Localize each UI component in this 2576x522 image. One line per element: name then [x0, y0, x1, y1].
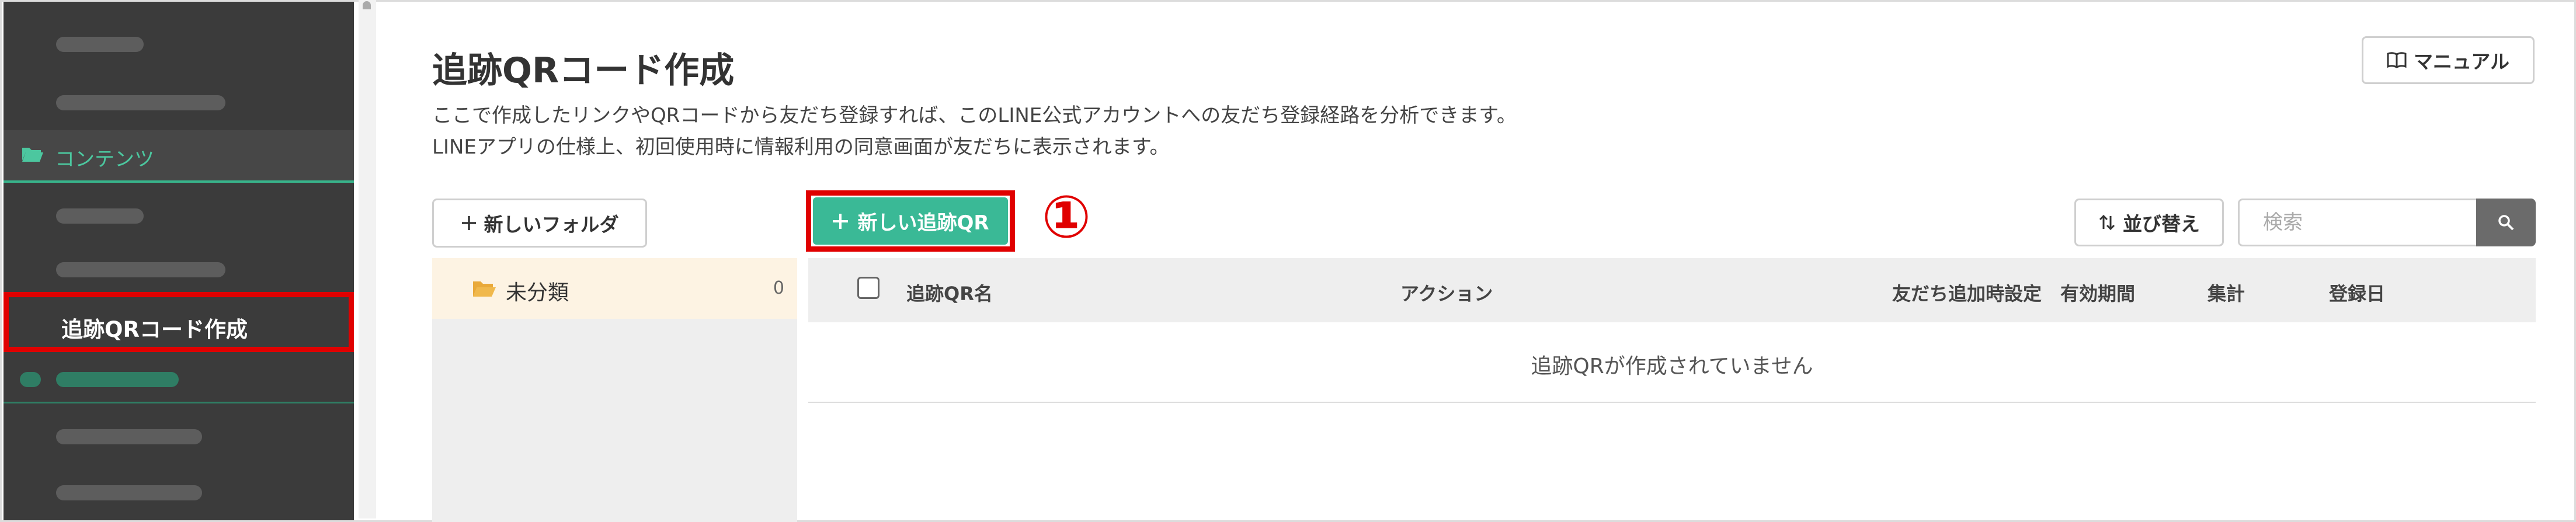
sidebar-item-blurred[interactable] [4, 408, 354, 461]
sidebar-item-label: 追跡QRコード作成 [61, 317, 248, 342]
folder-name: 未分類 [506, 281, 569, 305]
scrollbar[interactable] [359, 0, 376, 518]
sidebar-section-contents[interactable]: コンテンツ [4, 130, 354, 183]
column-header-name[interactable]: 追跡QR名 [906, 279, 993, 306]
manual-button[interactable]: マニュアル [2362, 36, 2535, 84]
column-header-action[interactable]: アクション [1400, 279, 1493, 306]
page-description: ここで作成したリンクやQRコードから友だち登録すれば、このLINE公式アカウント… [432, 104, 1517, 127]
page-description-note: LINEアプリの仕様上、初回使用時に情報利用の同意画面が友だちに表示されます。 [432, 135, 1170, 159]
plus-icon [833, 213, 849, 229]
table-header: 追跡QR名 アクション 友だち追加時設定 有効期間 集計 登録日 [808, 258, 2536, 322]
sidebar-item-blurred[interactable] [4, 464, 354, 517]
sidebar-section-blurred[interactable] [4, 351, 354, 403]
search-button[interactable] [2476, 199, 2536, 246]
new-tracking-qr-button[interactable]: 新しい追跡QR [813, 197, 1008, 245]
table-empty-row: 追跡QRが作成されていません [808, 322, 2536, 403]
page-title: 追跡QRコード作成 [432, 50, 735, 91]
plus-icon [461, 216, 476, 230]
select-all-checkbox[interactable] [857, 277, 879, 299]
folder-count: 0 [773, 278, 784, 298]
column-header-validity[interactable]: 有効期間 [2060, 279, 2135, 306]
sort-button[interactable]: 並び替え [2074, 199, 2224, 246]
sidebar-section-label: コンテンツ [55, 148, 154, 171]
sidebar-item-blurred[interactable] [4, 241, 354, 294]
sidebar-item-blurred[interactable] [4, 74, 354, 127]
book-icon [2387, 52, 2407, 68]
sort-icon [2099, 214, 2115, 231]
column-header-registered-date[interactable]: 登録日 [2329, 279, 2385, 306]
sidebar-item-tracking-qr[interactable]: 追跡QRコード作成 [4, 292, 354, 352]
manual-label: マニュアル [2413, 50, 2509, 73]
sort-label: 並び替え [2123, 213, 2200, 235]
search-icon [2498, 215, 2514, 231]
search-input[interactable]: 検索 [2238, 199, 2476, 246]
sidebar-item-blurred[interactable] [4, 187, 354, 240]
column-header-stats[interactable]: 集計 [2207, 279, 2245, 306]
folder-item[interactable]: 未分類 0 [432, 258, 797, 319]
sidebar-item-blurred[interactable] [4, 16, 354, 68]
sidebar: コンテンツ [4, 2, 354, 520]
new-folder-button[interactable]: 新しいフォルダ [432, 199, 647, 248]
folder-open-icon [22, 148, 43, 162]
new-folder-label: 新しいフォルダ [484, 213, 619, 236]
new-tracking-qr-label: 新しい追跡QR [857, 211, 989, 235]
scroll-up-arrow[interactable] [363, 1, 371, 9]
empty-message: 追跡QRが作成されていません [1531, 354, 1813, 378]
step-callout: ① [1041, 183, 1091, 251]
folder-open-icon [473, 281, 496, 297]
column-header-friend-setting[interactable]: 友だち追加時設定 [1892, 279, 2042, 306]
